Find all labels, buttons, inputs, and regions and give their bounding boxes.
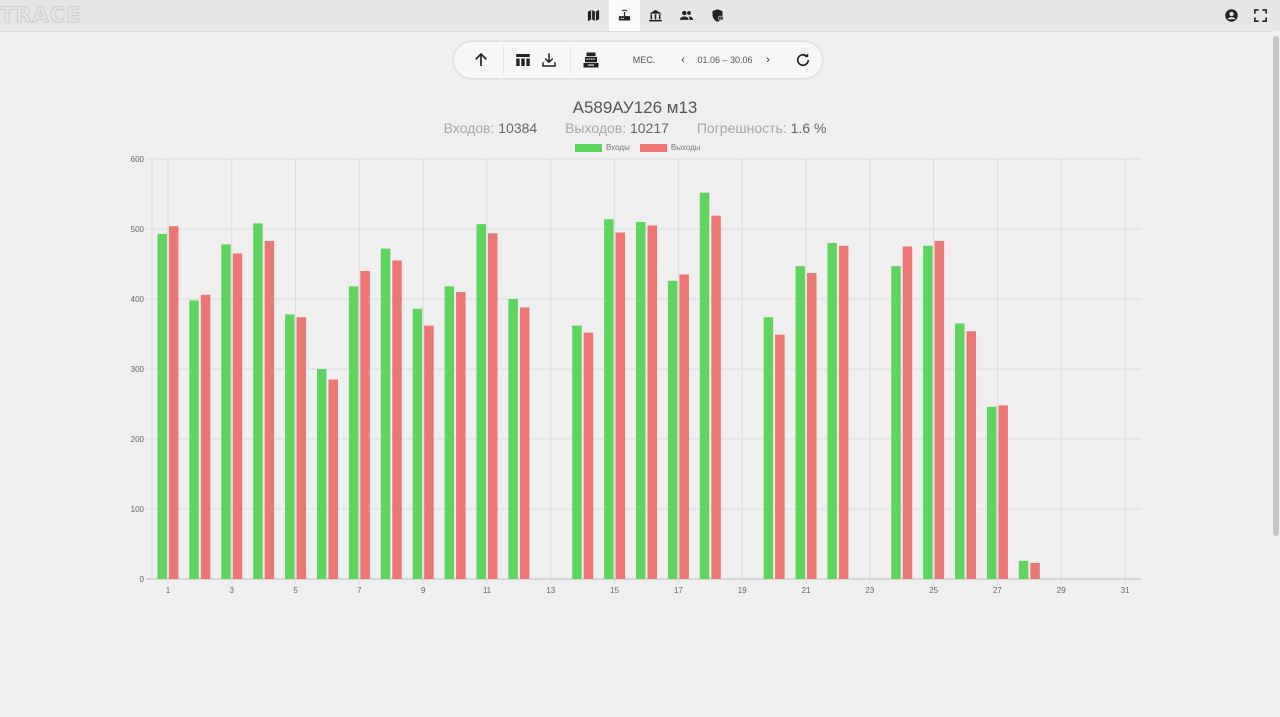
bar-inputs [348, 286, 359, 579]
scrollbar-thumb[interactable] [1273, 36, 1279, 536]
bar-outputs [775, 334, 785, 579]
bar-inputs [827, 243, 837, 579]
x-tick-label: 1 [166, 586, 171, 595]
bar-outputs [647, 225, 657, 579]
bar-inputs [476, 224, 486, 579]
bar-inputs [157, 233, 167, 579]
bar-outputs [583, 332, 594, 579]
bar-outputs [328, 379, 338, 579]
y-tick-label: 200 [131, 435, 145, 444]
bar-outputs [168, 226, 179, 579]
bar-inputs [923, 245, 933, 580]
x-tick-label: 23 [865, 586, 874, 595]
bar-inputs [636, 222, 646, 579]
x-tick-label: 27 [993, 586, 1002, 595]
bar-inputs [891, 266, 901, 579]
bar-inputs [316, 369, 327, 579]
bar-inputs [444, 286, 455, 579]
x-tick-label: 25 [929, 586, 938, 595]
x-tick-label: 9 [421, 586, 426, 595]
bar-inputs [285, 314, 295, 579]
x-tick-label: 21 [802, 586, 811, 595]
bar-outputs [296, 317, 307, 579]
y-tick-label: 400 [131, 295, 145, 304]
x-tick-label: 31 [1121, 586, 1130, 595]
bar-outputs [456, 292, 466, 579]
x-tick-label: 3 [230, 586, 235, 595]
x-tick-label: 13 [546, 586, 555, 595]
y-tick-label: 300 [131, 365, 145, 374]
x-tick-label: 11 [483, 586, 492, 595]
bar-inputs [763, 317, 774, 579]
x-tick-label: 29 [1057, 586, 1066, 595]
bar-inputs [667, 280, 678, 579]
bar-inputs [699, 192, 710, 579]
bar-inputs [572, 325, 582, 579]
bar-inputs [380, 248, 391, 579]
bar-inputs [508, 299, 518, 579]
bar-outputs [679, 274, 689, 579]
bar-outputs [200, 294, 211, 579]
bar-inputs [412, 308, 423, 579]
bar-outputs [232, 253, 243, 579]
x-tick-label: 15 [610, 586, 619, 595]
bar-outputs [838, 245, 849, 580]
bar-outputs [519, 307, 530, 579]
bar-inputs [189, 300, 199, 579]
bar-outputs [934, 240, 945, 579]
bar-outputs [807, 273, 817, 579]
bar-chart: 01002003004005006001 3 5 7 9 11 13 15 17 19 21 23 25… [131, 155, 1141, 595]
bar-inputs [253, 223, 263, 579]
y-tick-label: 100 [131, 505, 145, 514]
bar-inputs [221, 244, 231, 579]
x-tick-label: 5 [293, 586, 298, 595]
y-tick-label: 0 [140, 575, 145, 584]
x-tick-label: 19 [738, 586, 747, 595]
bar-outputs [264, 240, 275, 579]
bar-outputs [360, 271, 370, 579]
x-tick-label: 7 [357, 586, 362, 595]
y-tick-label: 500 [131, 225, 145, 234]
bar-outputs [424, 325, 434, 579]
bar-inputs [986, 406, 997, 579]
bar-outputs [1030, 562, 1040, 579]
bar-outputs [998, 405, 1008, 579]
bar-inputs [955, 323, 965, 579]
bar-outputs [902, 246, 913, 579]
bar-outputs [966, 331, 977, 579]
bar-outputs [487, 233, 498, 579]
y-tick-label: 600 [131, 155, 145, 164]
bar-inputs [1018, 560, 1029, 579]
bar-outputs [711, 215, 721, 579]
bar-outputs [392, 260, 402, 579]
bar-inputs [795, 266, 806, 579]
bar-inputs [604, 219, 614, 579]
bar-outputs [615, 232, 626, 579]
x-tick-label: 17 [674, 586, 683, 595]
